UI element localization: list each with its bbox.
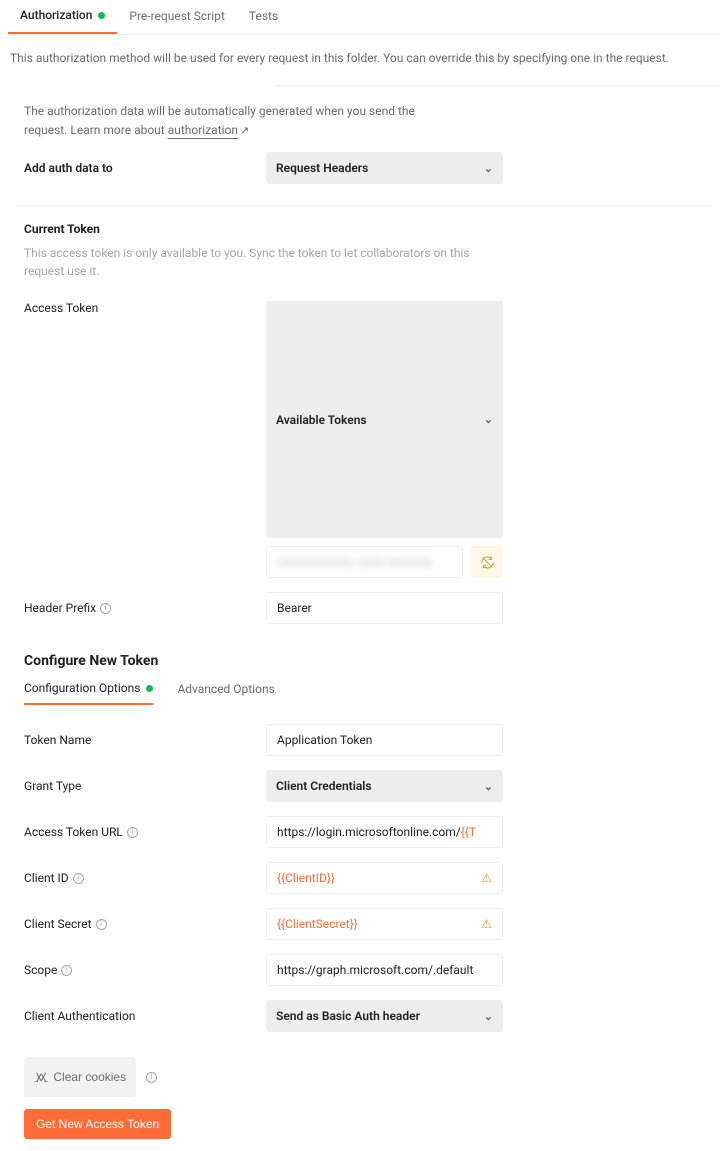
scope-row: Scope i https://graph.microsoft.com/.def…	[8, 947, 720, 993]
add-auth-select[interactable]: Request Headers ⌄	[266, 152, 503, 184]
get-new-access-token-button[interactable]: Get New Access Token	[24, 1109, 171, 1139]
cookie-icon: 🝪	[34, 1064, 48, 1090]
client-id-row: Client ID i {{ClientID}} ⚠	[8, 855, 720, 901]
client-secret-label: Client Secret i	[24, 917, 266, 931]
warning-icon: ⚠	[481, 871, 492, 885]
client-authentication-label: Client Authentication	[24, 1009, 266, 1023]
token-name-input[interactable]: Application Token	[266, 724, 503, 756]
info-icon[interactable]: i	[100, 603, 111, 614]
token-value: xxxxxxxxxxxx xxxx xxxxxxx	[277, 555, 452, 569]
client-authentication-select[interactable]: Send as Basic Auth header ⌄	[266, 1000, 503, 1032]
warning-icon: ⚠	[481, 917, 492, 931]
current-token-desc: This access token is only available to y…	[8, 240, 528, 294]
select-value: Available Tokens	[276, 413, 367, 427]
sync-token-button[interactable]	[471, 546, 503, 578]
info-icon[interactable]: i	[73, 873, 84, 884]
input-value: {{ClientSecret}}	[277, 917, 475, 931]
access-token-row: Access Token Available Tokens ⌄ xxxxxxxx…	[8, 294, 720, 585]
clear-cookies-button[interactable]: 🝪 Clear cookies	[24, 1057, 136, 1097]
client-secret-input[interactable]: {{ClientSecret}} ⚠	[266, 908, 503, 940]
top-tabs: Authorization Pre-request Script Tests	[8, 0, 720, 35]
tab-label: Configuration Options	[24, 681, 140, 695]
grant-type-row: Grant Type Client Credentials ⌄	[8, 763, 720, 809]
header-prefix-label: Header Prefix i	[24, 601, 266, 615]
chevron-down-icon: ⌄	[484, 162, 493, 175]
tab-label: Authorization	[20, 8, 92, 22]
tab-tests[interactable]: Tests	[237, 0, 290, 34]
input-value: {{ClientID}}	[277, 871, 475, 885]
client-id-label: Client ID i	[24, 871, 266, 885]
client-authentication-row: Client Authentication Send as Basic Auth…	[8, 993, 720, 1039]
status-dot-icon	[146, 685, 153, 692]
chevron-down-icon: ⌄	[484, 780, 493, 793]
info-icon[interactable]: i	[61, 965, 72, 976]
current-token-heading: Current Token	[8, 206, 720, 240]
info-icon[interactable]: i	[127, 827, 138, 838]
status-dot-icon	[98, 12, 105, 19]
header-prefix-row: Header Prefix i Bearer	[8, 585, 720, 631]
sync-icon	[480, 555, 495, 570]
scope-label: Scope i	[24, 963, 266, 977]
scope-input[interactable]: https://graph.microsoft.com/.default	[266, 954, 503, 986]
select-value: Request Headers	[276, 161, 368, 175]
auth-description: This authorization method will be used f…	[8, 35, 720, 85]
tab-prerequest[interactable]: Pre-request Script	[117, 0, 236, 34]
authorization-link[interactable]: authorization	[168, 123, 238, 137]
access-token-label: Access Token	[24, 301, 266, 315]
client-secret-row: Client Secret i {{ClientSecret}} ⚠	[8, 901, 720, 947]
available-tokens-select[interactable]: Available Tokens ⌄	[266, 301, 503, 538]
select-value: Client Credentials	[276, 779, 372, 793]
tab-advanced-options[interactable]: Advanced Options	[177, 677, 274, 705]
access-token-url-label: Access Token URL i	[24, 825, 266, 839]
chevron-down-icon: ⌄	[484, 413, 493, 426]
info-icon[interactable]: i	[146, 1072, 157, 1083]
add-auth-label: Add auth data to	[24, 161, 266, 175]
input-value: Application Token	[277, 733, 492, 747]
button-label: Clear cookies	[53, 1070, 126, 1084]
client-id-input[interactable]: {{ClientID}} ⚠	[266, 862, 503, 894]
token-name-label: Token Name	[24, 733, 266, 747]
tab-authorization[interactable]: Authorization	[8, 0, 117, 34]
external-link-icon: ↗	[240, 124, 249, 137]
select-value: Send as Basic Auth header	[276, 1009, 420, 1023]
access-token-url-input[interactable]: https://login.microsoftonline.com/{{T	[266, 816, 503, 848]
info-icon[interactable]: i	[96, 919, 107, 930]
header-prefix-input[interactable]: Bearer	[266, 592, 503, 624]
divider	[276, 85, 720, 86]
auth-note: The authorization data will be automatic…	[8, 86, 448, 145]
input-value: https://graph.microsoft.com/.default	[277, 963, 492, 977]
chevron-down-icon: ⌄	[484, 1010, 493, 1023]
tab-configuration-options[interactable]: Configuration Options	[24, 677, 153, 705]
input-value: https://login.microsoftonline.com/{{T	[277, 825, 492, 839]
configure-token-heading: Configure New Token	[8, 631, 720, 677]
config-tabs: Configuration Options Advanced Options	[8, 677, 720, 717]
input-value: Bearer	[277, 601, 492, 615]
add-auth-row: Add auth data to Request Headers ⌄	[8, 145, 720, 191]
grant-type-label: Grant Type	[24, 779, 266, 793]
access-token-url-row: Access Token URL i https://login.microso…	[8, 809, 720, 855]
token-name-row: Token Name Application Token	[8, 717, 720, 763]
token-value-input[interactable]: xxxxxxxxxxxx xxxx xxxxxxx	[266, 546, 463, 578]
grant-type-select[interactable]: Client Credentials ⌄	[266, 770, 503, 802]
